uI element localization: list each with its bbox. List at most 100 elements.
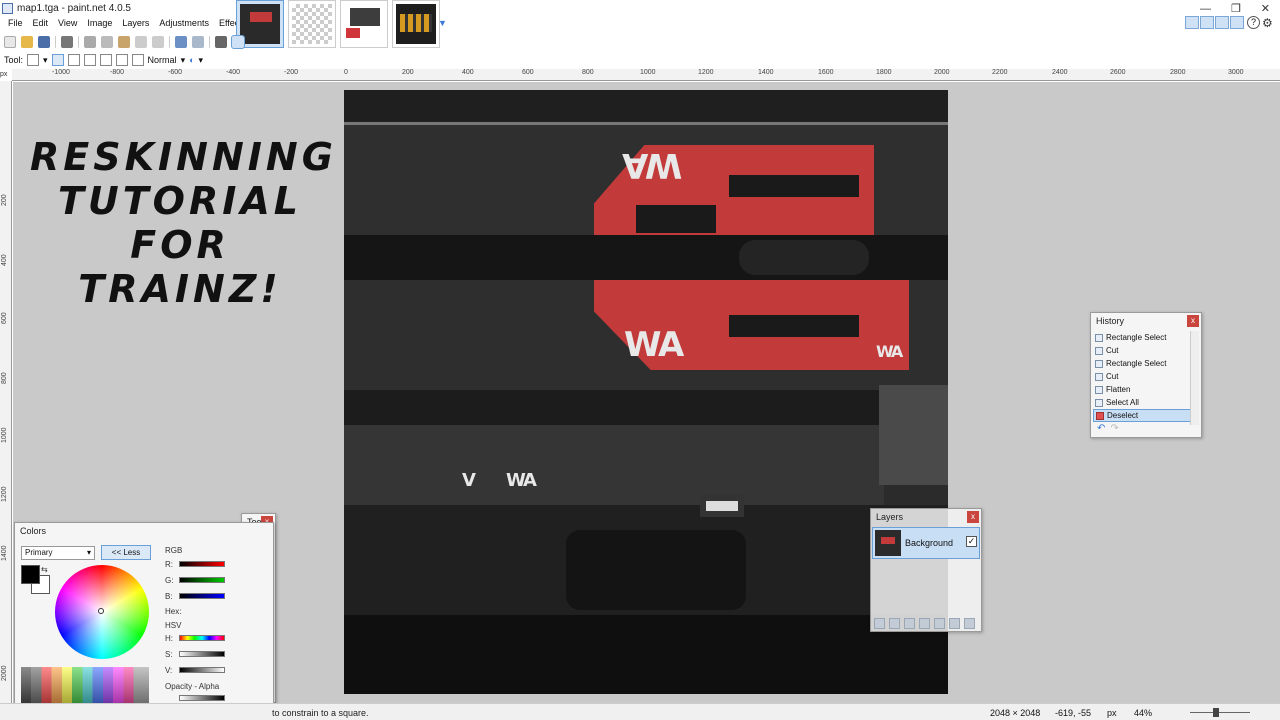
selection-mode-union-icon[interactable]: [67, 54, 80, 66]
add-layer-icon[interactable]: [874, 618, 885, 629]
less-button[interactable]: << Less: [101, 545, 151, 560]
color-mode-select[interactable]: Primary ▾: [21, 546, 95, 560]
image-tab-4[interactable]: [392, 0, 440, 48]
image-list-dropdown-icon[interactable]: ▼: [438, 18, 447, 28]
layers-window-header[interactable]: Layers x: [871, 509, 981, 525]
print-icon[interactable]: [61, 36, 73, 48]
selection-mode-replace-icon[interactable]: [51, 54, 64, 66]
save-icon[interactable]: [38, 36, 50, 48]
new-file-icon[interactable]: [4, 36, 16, 48]
texture-strip: [344, 90, 948, 122]
history-window-header[interactable]: History x: [1091, 313, 1201, 329]
undo-arrow-icon[interactable]: ↶: [1097, 423, 1105, 434]
paste-icon[interactable]: [118, 36, 130, 48]
minimize-button[interactable]: —: [1200, 3, 1211, 15]
history-item[interactable]: Cut: [1093, 344, 1191, 357]
rgb-label: RGB: [165, 546, 183, 555]
redo-arrow-icon[interactable]: ↷: [1110, 423, 1118, 434]
selection-mode-invert-icon[interactable]: [115, 54, 128, 66]
duplicate-layer-icon[interactable]: [904, 618, 915, 629]
selection-mode-exclude-icon[interactable]: [83, 54, 96, 66]
layer-row[interactable]: Background ✓: [872, 527, 980, 559]
history-item[interactable]: Cut: [1093, 370, 1191, 383]
history-window-toggle-icon[interactable]: [1200, 16, 1214, 29]
history-item-label: Select All: [1106, 398, 1139, 407]
layer-thumbnail: [875, 530, 901, 556]
crop-icon[interactable]: [135, 36, 147, 48]
help-icon[interactable]: ?: [1247, 16, 1260, 29]
tool-dropdown-icon[interactable]: ▾: [43, 55, 48, 66]
menu-adjustments[interactable]: Adjustments: [159, 18, 209, 32]
hex-label: Hex:: [165, 607, 182, 616]
ruler-tick-label: 2400: [1052, 69, 1068, 76]
menu-view[interactable]: View: [58, 18, 77, 32]
history-item-label: Deselect: [1107, 411, 1139, 420]
deselect-icon: [1096, 411, 1104, 420]
antialias-icon[interactable]: ◐: [189, 55, 194, 65]
title-bar: map1.tga - paint.net 4.0.5: [0, 0, 235, 17]
grid-icon[interactable]: [215, 36, 227, 48]
colors-window-header[interactable]: Colors: [15, 523, 273, 539]
colors-window-toggle-icon[interactable]: [1230, 16, 1244, 29]
history-item-selected[interactable]: Deselect: [1093, 409, 1191, 422]
deselect-icon[interactable]: [152, 36, 164, 48]
zoom-slider[interactable]: [1190, 712, 1250, 713]
history-title: History: [1096, 316, 1125, 326]
hue-slider[interactable]: [179, 635, 225, 641]
primary-color-swatch[interactable]: [21, 565, 40, 584]
cut-icon[interactable]: [84, 36, 96, 48]
rulers-icon[interactable]: [231, 35, 245, 49]
copy-icon[interactable]: [101, 36, 113, 48]
zoom-slider-thumb[interactable]: [1213, 708, 1219, 717]
menu-layers[interactable]: Layers: [122, 18, 149, 32]
layers-window-toggle-icon[interactable]: [1215, 16, 1229, 29]
history-scrollbar[interactable]: [1190, 331, 1199, 425]
move-layer-down-icon[interactable]: [949, 618, 960, 629]
menu-edit[interactable]: Edit: [33, 18, 49, 32]
opacity-label: Opacity - Alpha: [165, 682, 220, 691]
close-icon[interactable]: x: [967, 511, 979, 523]
units-select[interactable]: px: [1107, 708, 1117, 718]
antialias-dropdown-icon[interactable]: ▾: [199, 55, 204, 66]
layer-visibility-checkbox[interactable]: ✓: [966, 536, 977, 547]
menu-image[interactable]: Image: [87, 18, 112, 32]
color-mode-value: Primary: [25, 548, 53, 557]
red-slider[interactable]: [179, 561, 225, 567]
image-tab-2[interactable]: [288, 0, 336, 48]
merge-layer-icon[interactable]: [919, 618, 930, 629]
green-label: G:: [165, 576, 174, 585]
open-folder-icon[interactable]: [21, 36, 33, 48]
blend-mode-select[interactable]: Normal: [148, 55, 177, 65]
zoom-level[interactable]: 44%: [1134, 708, 1152, 718]
green-slider[interactable]: [179, 577, 225, 583]
undo-icon[interactable]: [175, 36, 187, 48]
history-item-label: Cut: [1106, 346, 1119, 355]
saturation-slider[interactable]: [179, 651, 225, 657]
move-layer-up-icon[interactable]: [934, 618, 945, 629]
close-window-button[interactable]: ✕: [1261, 2, 1270, 15]
opacity-slider[interactable]: [179, 695, 225, 701]
menu-file[interactable]: File: [8, 18, 23, 32]
image-tab-3[interactable]: [340, 0, 388, 48]
value-slider[interactable]: [179, 667, 225, 673]
tools-window-toggle-icon[interactable]: [1185, 16, 1199, 29]
texture-strip: [344, 390, 948, 425]
image-canvas[interactable]: WA WA WA V WA: [344, 90, 948, 694]
swap-colors-icon[interactable]: ⇆: [41, 565, 48, 574]
history-item[interactable]: Rectangle Select: [1093, 357, 1191, 370]
history-item[interactable]: Rectangle Select: [1093, 331, 1191, 344]
gear-icon[interactable]: ⚙: [1262, 16, 1276, 30]
delete-layer-icon[interactable]: [889, 618, 900, 629]
selection-mode-intersect-icon[interactable]: [99, 54, 112, 66]
history-item[interactable]: Flatten: [1093, 383, 1191, 396]
layer-properties-icon[interactable]: [964, 618, 975, 629]
history-item[interactable]: Select All: [1093, 396, 1191, 409]
ruler-tick-label: 1400: [1, 545, 8, 561]
blue-slider[interactable]: [179, 593, 225, 599]
restore-button[interactable]: ❐: [1231, 2, 1241, 15]
color-wheel-cursor[interactable]: [98, 608, 104, 614]
blend-mode-dropdown-icon[interactable]: ▾: [181, 55, 186, 66]
rectangle-select-tool-icon[interactable]: [27, 54, 40, 66]
redo-icon[interactable]: [192, 36, 204, 48]
close-icon[interactable]: x: [1187, 315, 1199, 327]
